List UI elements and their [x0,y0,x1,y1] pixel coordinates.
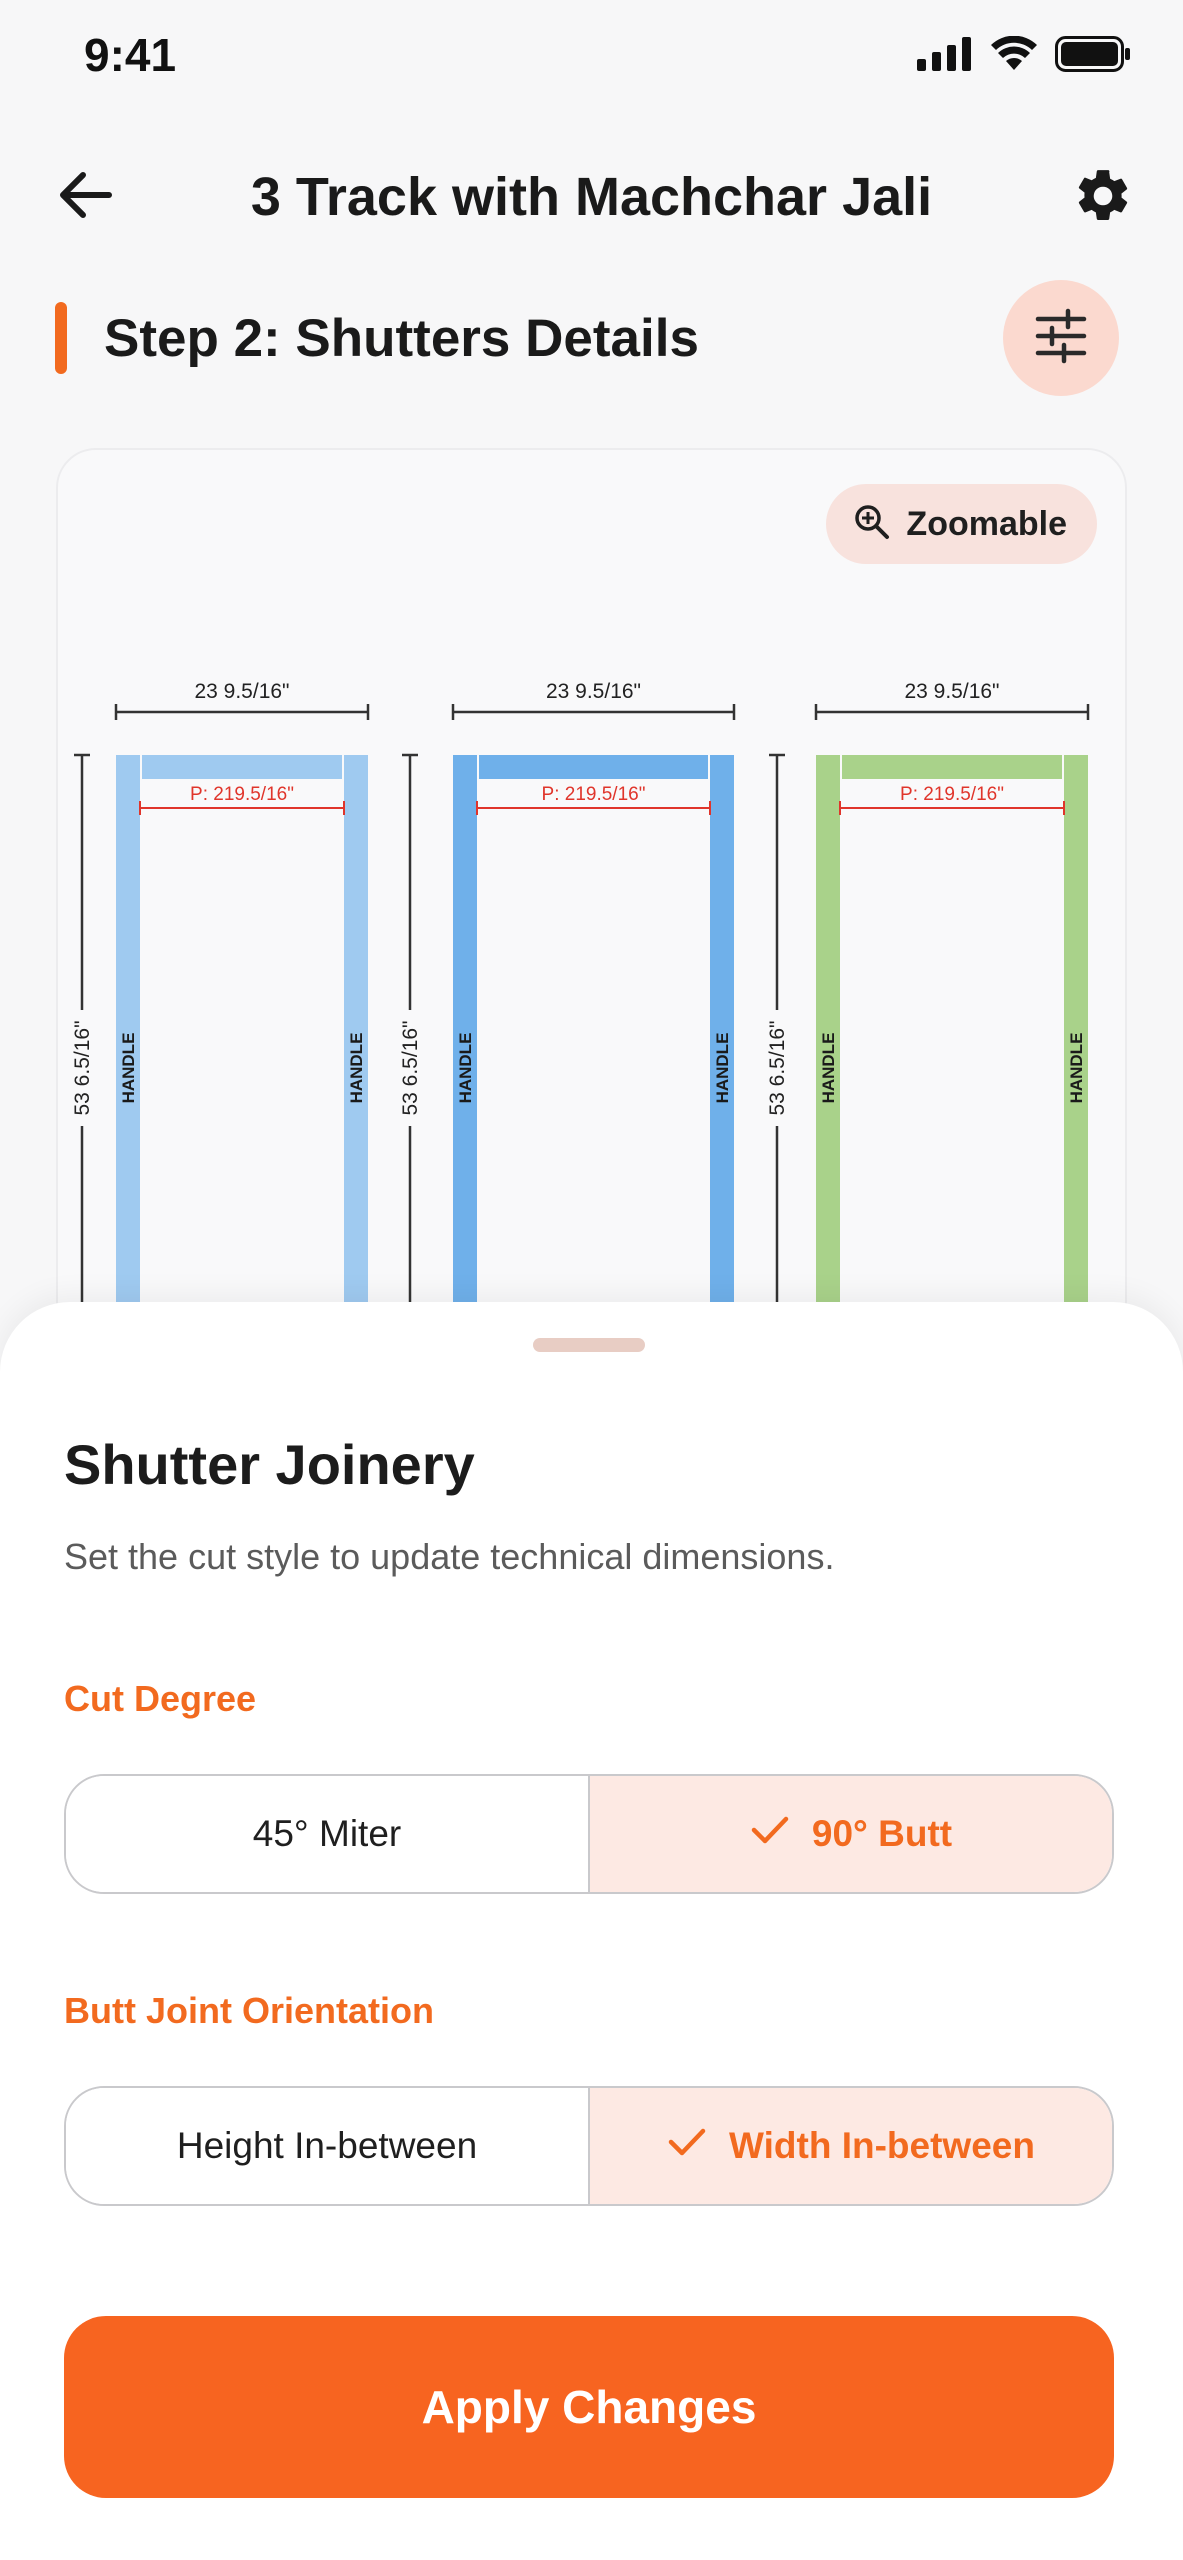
height-dimension-label: 53 6.5/16" [71,1020,94,1115]
inner-dimension-label: P: 219.5/16" [542,784,646,805]
option-label: Width In-between [729,2125,1035,2166]
zoom-chip[interactable]: Zoomable [826,484,1097,564]
apply-changes-label: Apply Changes [421,2381,757,2433]
sheet-subtitle: Set the cut style to update technical di… [64,1536,835,1577]
handle-label-left: HANDLE [819,1033,838,1104]
signal-icon [917,37,973,76]
sheet-drag-handle[interactable] [533,1338,645,1352]
gear-icon [1072,165,1134,232]
filter-button[interactable] [1003,280,1119,396]
option-90-butt[interactable]: 90° Butt [588,1776,1112,1892]
option-label: 45° Miter [252,1813,402,1854]
orientation-selector: Height In-between Width In-between [64,2086,1114,2206]
option-height-in-between[interactable]: Height In-between [66,2088,588,2204]
width-dimension-label: 23 9.5/16" [904,680,999,703]
status-bar: 9:41 [0,0,1183,110]
zoom-label: Zoomable [906,504,1067,543]
step-title: Step 2: Shutters Details [104,309,699,368]
height-dimension-label: 53 6.5/16" [766,1020,789,1115]
handle-label-right: HANDLE [713,1033,732,1104]
cut-degree-label: Cut Degree [64,1678,257,1719]
inner-dimension-label: P: 219.5/16" [900,784,1004,805]
sliders-icon [1032,307,1090,370]
page-title: 3 Track with Machchar Jali [250,167,933,227]
joinery-bottom-sheet: Shutter Joinery Set the cut style to upd… [0,1302,1183,2560]
apply-changes-button[interactable]: Apply Changes [64,2316,1114,2498]
step-row: Step 2: Shutters Details [0,280,1183,400]
handle-label-left: HANDLE [119,1033,138,1104]
shutter-top-rail [142,755,342,779]
handle-label-left: HANDLE [456,1033,475,1104]
app-header: 3 Track with Machchar Jali [0,140,1183,250]
check-icon [667,2125,707,2167]
step-accent-bar [55,302,67,374]
option-label: 90° Butt [811,1813,953,1854]
status-time: 9:41 [84,29,177,81]
handle-label-right: HANDLE [347,1033,366,1104]
shutter-top-rail [479,755,708,779]
sheet-title: Shutter Joinery [64,1433,475,1496]
cut-degree-selector: 45° Miter 90° Butt [64,1774,1114,1894]
shutter-top-rail [842,755,1062,779]
option-label: Height In-between [176,2125,478,2166]
battery-icon [1055,36,1131,77]
butt-joint-orientation-label: Butt Joint Orientation [64,1990,434,2031]
wifi-icon [991,35,1037,77]
width-dimension-label: 23 9.5/16" [546,680,641,703]
inner-dimension-label: P: 219.5/16" [190,784,294,805]
option-width-in-between[interactable]: Width In-between [588,2088,1112,2204]
height-dimension-label: 53 6.5/16" [399,1020,422,1115]
width-dimension-label: 23 9.5/16" [194,680,289,703]
status-icons [917,35,1131,77]
handle-label-right: HANDLE [1067,1033,1086,1104]
settings-button[interactable] [1063,158,1143,238]
zoom-in-icon [854,504,890,545]
check-icon [750,1813,790,1855]
option-45-miter[interactable]: 45° Miter [66,1776,588,1892]
